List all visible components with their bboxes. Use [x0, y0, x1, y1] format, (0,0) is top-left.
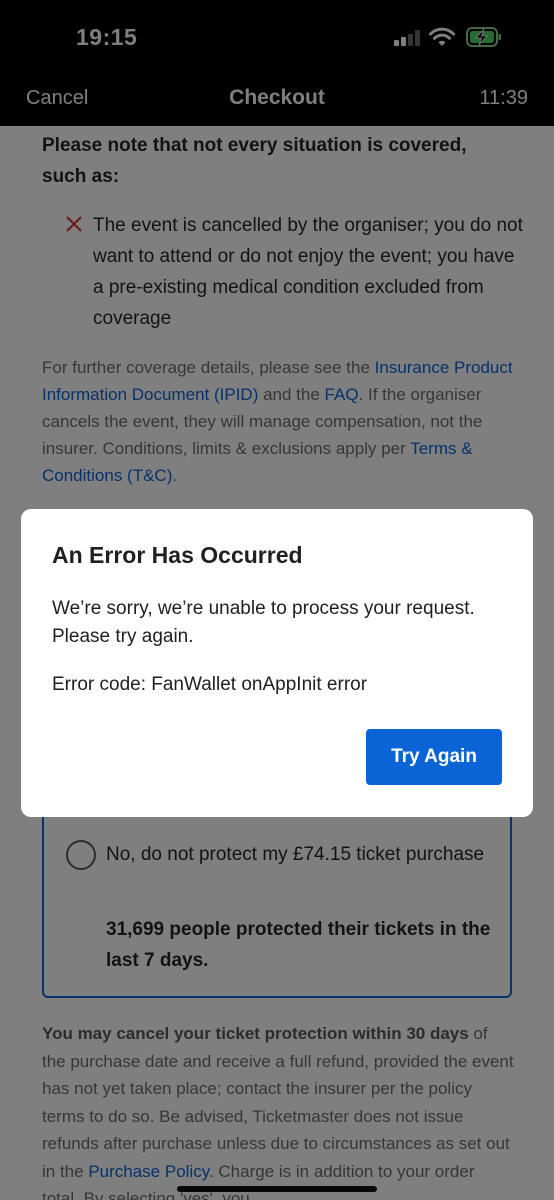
try-again-button[interactable]: Try Again	[366, 729, 502, 785]
dialog-message: We’re sorry, we’re unable to process you…	[52, 598, 475, 647]
error-code-text: Error code: FanWallet onAppInit error	[52, 674, 368, 695]
dialog-title: An Error Has Occurred	[52, 542, 303, 568]
error-dialog: An Error Has Occurred We’re sorry, we’re…	[21, 509, 533, 817]
